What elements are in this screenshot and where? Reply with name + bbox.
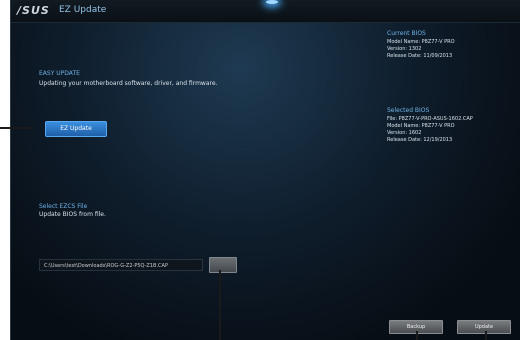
callout-line-backup [416, 331, 418, 340]
current-bios-panel: Current BIOS Model Name: P8Z77-V PRO Ver… [387, 30, 455, 60]
selected-bios-file: File: P8Z77-V-PRO-ASUS-1602.CAP [387, 116, 473, 122]
callout-line-update [485, 331, 487, 340]
current-bios-heading: Current BIOS [387, 30, 426, 37]
ez-update-button[interactable]: EZ Update [45, 121, 107, 137]
callout-line-browse [219, 270, 221, 340]
current-bios-date: Release Date: 11/09/2013 [387, 53, 453, 59]
app-title: EZ Update [59, 5, 107, 15]
current-bios-model: Model Name: P8Z77-V PRO [387, 39, 455, 45]
selected-bios-version: Version: 1602 [387, 130, 422, 136]
select-file-heading: Select EZCS File [39, 203, 88, 210]
file-path-input[interactable]: C:\Users\test\Downloads\ROG-G-Z2-P5Q-Z1B… [39, 259, 203, 271]
browse-button[interactable] [209, 257, 237, 273]
selected-bios-model: Model Name: P8Z77-V PRO [387, 123, 455, 129]
title-bar: /SUS EZ Update [11, 0, 520, 23]
update-button[interactable]: Update [457, 320, 511, 334]
easy-update-heading: EASY UPDATE [39, 70, 80, 77]
ez-update-window: /SUS EZ Update EASY UPDATE Updating your… [10, 0, 520, 340]
selected-bios-panel: Selected BIOS File: P8Z77-V-PRO-ASUS-160… [387, 107, 473, 144]
asus-logo: /SUS [17, 4, 50, 17]
selected-bios-heading: Selected BIOS [387, 107, 430, 114]
easy-update-description: Updating your motherboard software, driv… [39, 80, 218, 87]
callout-line-ez-update [0, 127, 35, 129]
selected-bios-date: Release Date: 12/19/2013 [387, 137, 453, 143]
current-bios-version: Version: 1302 [387, 46, 422, 52]
select-file-description: Update BIOS from file. [39, 211, 106, 218]
title-glow-indicator [266, 0, 278, 4]
